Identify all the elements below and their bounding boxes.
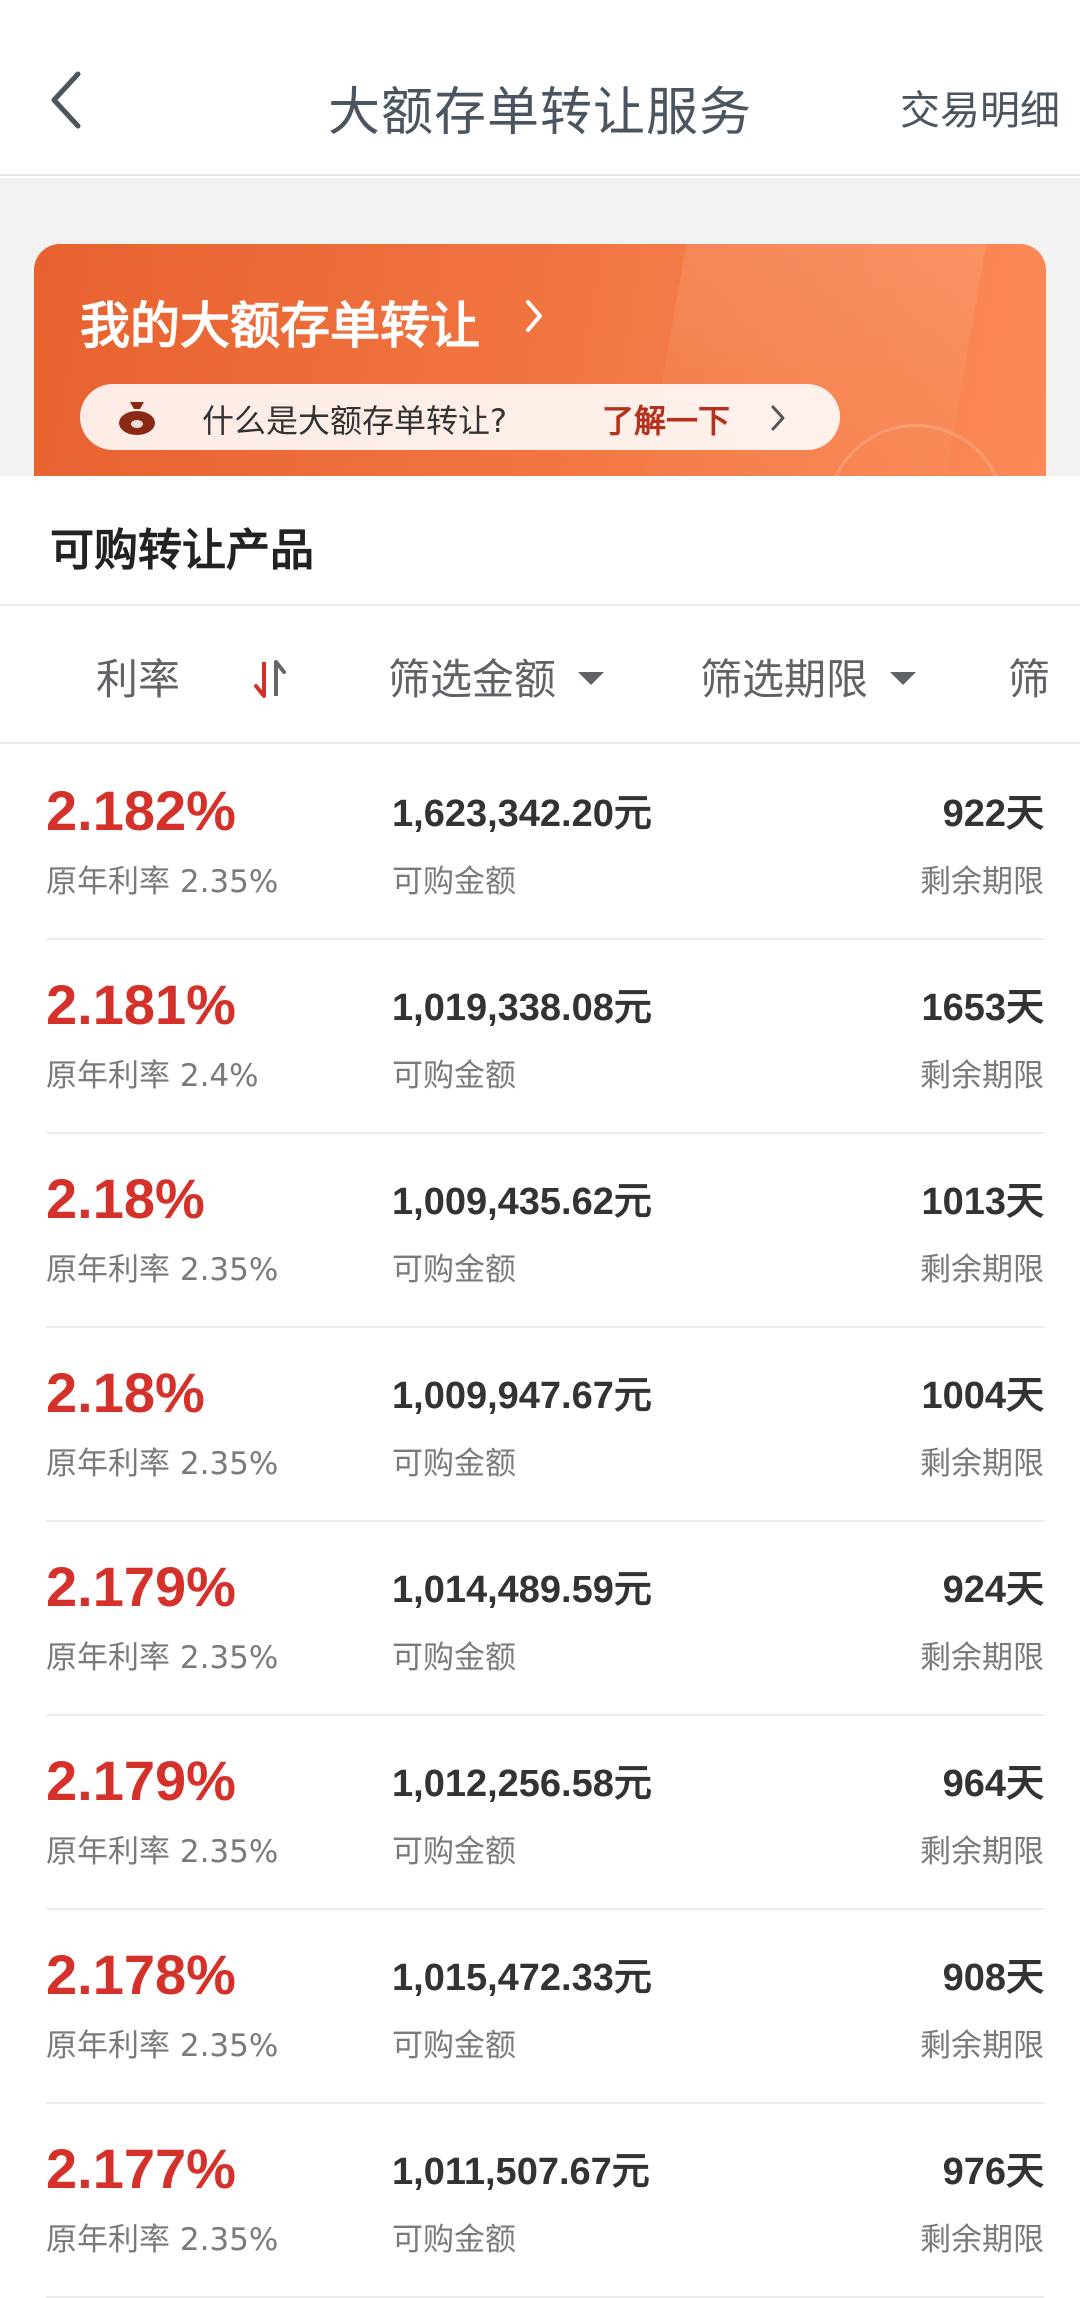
remaining-term: 1653天 [921, 987, 1044, 1029]
term-filter-label: 筛选期限 [700, 655, 869, 704]
amount-label: 可购金额 [392, 2028, 516, 2064]
remaining-term: 1004天 [921, 1375, 1044, 1417]
term-label: 剩余期限 [920, 2028, 1044, 2064]
list-item[interactable]: 2.177% 原年利率 2.35% 1,011,507.67元 可购金额 976… [46, 2104, 1044, 2298]
list-item[interactable]: 2.18% 原年利率 2.35% 1,009,947.67元 可购金额 1004… [46, 1328, 1044, 1522]
transfer-rate: 2.178% [46, 1943, 236, 2006]
available-amount: 1,623,342.20元 [392, 793, 652, 835]
my-transfer-banner[interactable]: 我的大额存单转让 什么是大额存单转让? 了解一下 [34, 244, 1046, 476]
transfer-rate: 2.179% [46, 1555, 236, 1618]
learn-more-pill[interactable]: 什么是大额存单转让? 了解一下 [80, 384, 840, 450]
available-amount: 1,009,947.67元 [392, 1375, 652, 1417]
amount-label: 可购金额 [392, 2222, 516, 2258]
term-label: 剩余期限 [920, 2222, 1044, 2258]
original-rate: 原年利率 2.35% [46, 2222, 279, 2258]
more-filter-label: 筛 [1008, 655, 1051, 704]
available-amount: 1,019,338.08元 [392, 987, 652, 1029]
term-label: 剩余期限 [920, 1252, 1044, 1288]
transfer-rate: 2.18% [46, 1361, 205, 1424]
remaining-term: 964天 [942, 1763, 1044, 1805]
list-item[interactable]: 2.181% 原年利率 2.4% 1,019,338.08元 可购金额 1653… [46, 940, 1044, 1134]
term-label: 剩余期限 [920, 1834, 1044, 1870]
term-label: 剩余期限 [920, 1446, 1044, 1482]
amount-filter-label: 筛选金额 [388, 655, 557, 704]
original-rate: 原年利率 2.35% [46, 1640, 279, 1676]
filter-bar: 利率 筛选金额 筛选期限 筛 [0, 606, 1080, 744]
transfer-rate: 2.179% [46, 1749, 236, 1812]
remaining-term: 922天 [942, 793, 1044, 835]
original-rate: 原年利率 2.35% [46, 1834, 279, 1870]
original-rate: 原年利率 2.35% [46, 864, 279, 900]
transfer-rate: 2.182% [46, 779, 236, 842]
sort-icon[interactable] [252, 656, 288, 702]
amount-label: 可购金额 [392, 1834, 516, 1870]
banner-title: 我的大额存单转让 [80, 297, 480, 355]
remaining-term: 1013天 [921, 1181, 1044, 1223]
pill-question: 什么是大额存单转让? [202, 402, 507, 440]
amount-filter[interactable]: 筛选金额 [388, 646, 605, 707]
list-item[interactable]: 2.179% 原年利率 2.35% 1,014,489.59元 可购金额 924… [46, 1522, 1044, 1716]
sort-by-rate[interactable]: 利率 [96, 646, 180, 707]
available-amount: 1,011,507.67元 [392, 2151, 650, 2193]
term-label: 剩余期限 [920, 864, 1044, 900]
transaction-details-link[interactable]: 交易明细 [900, 78, 1060, 136]
available-amount: 1,012,256.58元 [392, 1763, 652, 1805]
top-bar: 大额存单转让服务 交易明细 [0, 0, 1080, 176]
transfer-rate: 2.177% [46, 2137, 236, 2200]
caret-down-icon [890, 672, 917, 685]
available-amount: 1,014,489.59元 [392, 1569, 652, 1611]
list-item[interactable]: 2.182% 原年利率 2.35% 1,623,342.20元 可购金额 922… [46, 746, 1044, 940]
product-list: 2.182% 原年利率 2.35% 1,623,342.20元 可购金额 922… [0, 746, 1080, 2298]
transfer-rate: 2.181% [46, 973, 236, 1036]
more-filter[interactable]: 筛 [1008, 646, 1080, 707]
amount-label: 可购金额 [392, 1446, 516, 1482]
available-amount: 1,015,472.33元 [392, 1957, 652, 1999]
remaining-term: 908天 [942, 1957, 1044, 1999]
chevron-right-icon [771, 405, 785, 431]
list-item[interactable]: 2.178% 原年利率 2.35% 1,015,472.33元 可购金额 908… [46, 1910, 1044, 2104]
term-label: 剩余期限 [920, 1640, 1044, 1676]
amount-label: 可购金额 [392, 1640, 516, 1676]
original-rate: 原年利率 2.35% [46, 2028, 279, 2064]
amount-label: 可购金额 [392, 1252, 516, 1288]
list-item[interactable]: 2.18% 原年利率 2.35% 1,009,435.62元 可购金额 1013… [46, 1134, 1044, 1328]
remaining-term: 924天 [942, 1569, 1044, 1611]
term-filter[interactable]: 筛选期限 [700, 646, 917, 707]
original-rate: 原年利率 2.4% [46, 1058, 259, 1094]
original-rate: 原年利率 2.35% [46, 1446, 279, 1482]
section-title: 可购转让产品 [50, 525, 314, 576]
rate-filter-label: 利率 [96, 655, 181, 704]
available-amount: 1,009,435.62元 [392, 1181, 652, 1223]
transfer-rate: 2.18% [46, 1167, 205, 1230]
money-bag-icon [119, 402, 155, 435]
chevron-right-icon [526, 300, 542, 332]
original-rate: 原年利率 2.35% [46, 1252, 279, 1288]
amount-label: 可购金额 [392, 864, 516, 900]
section-header: 可购转让产品 [0, 476, 1080, 606]
learn-more-link[interactable]: 了解一下 [602, 396, 730, 442]
remaining-term: 976天 [942, 2151, 1044, 2193]
caret-down-icon [578, 672, 605, 685]
list-item[interactable]: 2.179% 原年利率 2.35% 1,012,256.58元 可购金额 964… [46, 1716, 1044, 1910]
term-label: 剩余期限 [920, 1058, 1044, 1094]
amount-label: 可购金额 [392, 1058, 516, 1094]
